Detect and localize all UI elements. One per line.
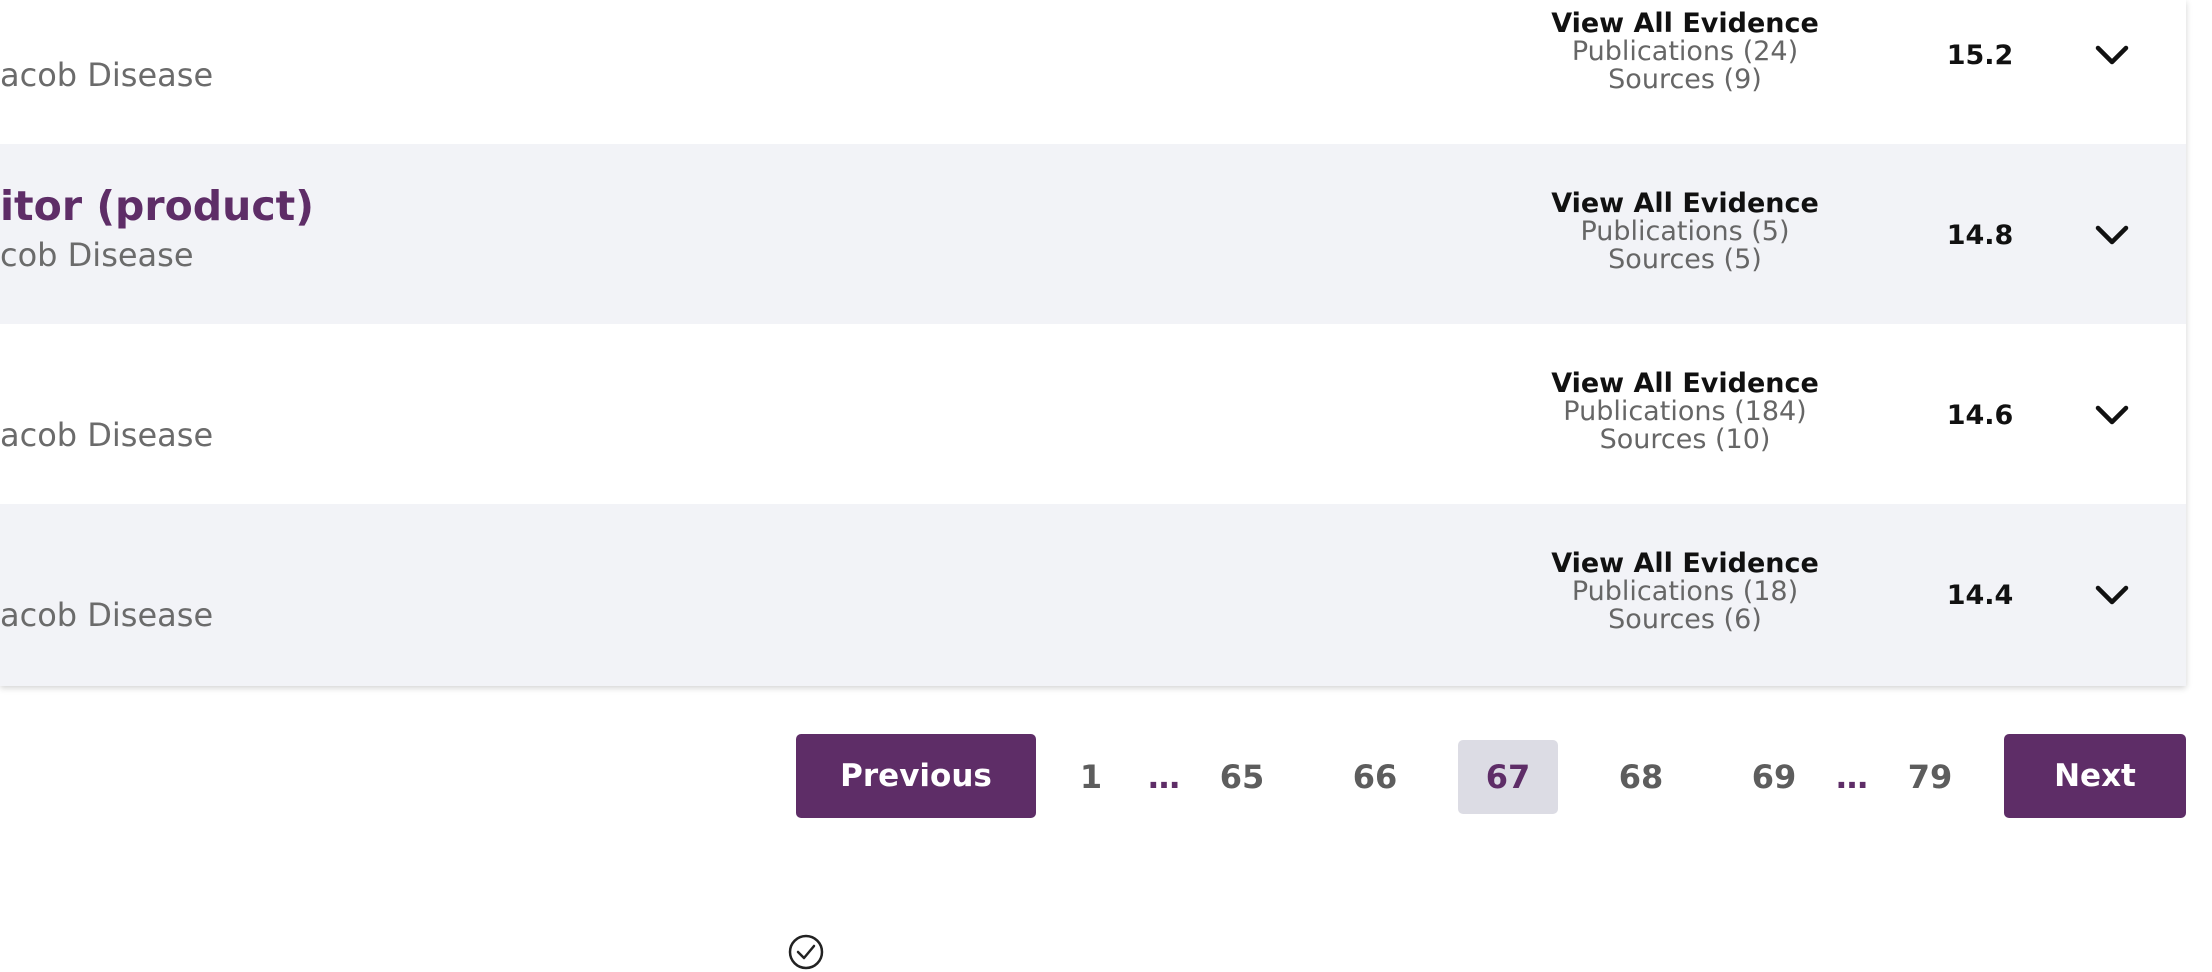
score-value: 14.8 <box>1946 220 2014 251</box>
page-link[interactable]: 69 <box>1724 740 1824 814</box>
pagination-ellipsis: … <box>1148 758 1180 796</box>
sources-count[interactable]: Sources (9) <box>1500 66 1870 94</box>
evidence-block: View All Evidence Publications (184) Sou… <box>1500 370 1870 454</box>
sources-count[interactable]: Sources (5) <box>1500 246 1870 274</box>
evidence-block: View All Evidence Publications (5) Sourc… <box>1500 190 1870 274</box>
score-value: 14.6 <box>1946 400 2014 431</box>
pagination: Previous 1 … 65 66 67 68 69 … 79 Next <box>0 734 2212 818</box>
result-row: acob Disease View All Evidence Publicati… <box>0 324 2186 504</box>
publications-count[interactable]: Publications (18) <box>1500 578 1870 606</box>
previous-button[interactable]: Previous <box>796 734 1036 818</box>
publications-count[interactable]: Publications (5) <box>1500 218 1870 246</box>
page-link[interactable]: 68 <box>1591 740 1691 814</box>
publications-count[interactable]: Publications (184) <box>1500 398 1870 426</box>
score-value: 14.4 <box>1946 580 2014 611</box>
view-all-evidence-link[interactable]: View All Evidence <box>1500 550 1870 578</box>
check-circle-icon <box>788 934 824 970</box>
view-all-evidence-link[interactable]: View All Evidence <box>1500 370 1870 398</box>
chevron-down-icon[interactable] <box>2090 393 2134 437</box>
sources-count[interactable]: Sources (10) <box>1500 426 1870 454</box>
disease-label: acob Disease <box>0 416 214 454</box>
result-row: itor (product) cob Disease View All Evid… <box>0 144 2186 324</box>
disease-label: acob Disease <box>0 56 214 94</box>
next-button[interactable]: Next <box>2004 734 2186 818</box>
page-link[interactable]: 65 <box>1192 740 1292 814</box>
pagination-ellipsis: … <box>1836 758 1868 796</box>
page-link[interactable]: 1 <box>1041 740 1141 814</box>
publications-count[interactable]: Publications (24) <box>1500 38 1870 66</box>
page-link[interactable]: 66 <box>1325 740 1425 814</box>
results-list: acob Disease View All Evidence Publicati… <box>0 0 2186 686</box>
chevron-down-icon[interactable] <box>2090 573 2134 617</box>
sources-count[interactable]: Sources (6) <box>1500 606 1870 634</box>
disease-label: acob Disease <box>0 596 214 634</box>
view-all-evidence-link[interactable]: View All Evidence <box>1500 190 1870 218</box>
score-value: 15.2 <box>1946 40 2014 71</box>
current-page[interactable]: 67 <box>1458 740 1558 814</box>
disease-label: cob Disease <box>0 236 194 274</box>
page-link[interactable]: 79 <box>1880 740 1980 814</box>
evidence-block: View All Evidence Publications (18) Sour… <box>1500 550 1870 634</box>
evidence-block: View All Evidence Publications (24) Sour… <box>1500 10 1870 94</box>
view-all-evidence-link[interactable]: View All Evidence <box>1500 10 1870 38</box>
chevron-down-icon[interactable] <box>2090 33 2134 77</box>
product-title-link[interactable]: itor (product) <box>0 182 314 230</box>
chevron-down-icon[interactable] <box>2090 213 2134 257</box>
result-row: acob Disease View All Evidence Publicati… <box>0 504 2186 686</box>
